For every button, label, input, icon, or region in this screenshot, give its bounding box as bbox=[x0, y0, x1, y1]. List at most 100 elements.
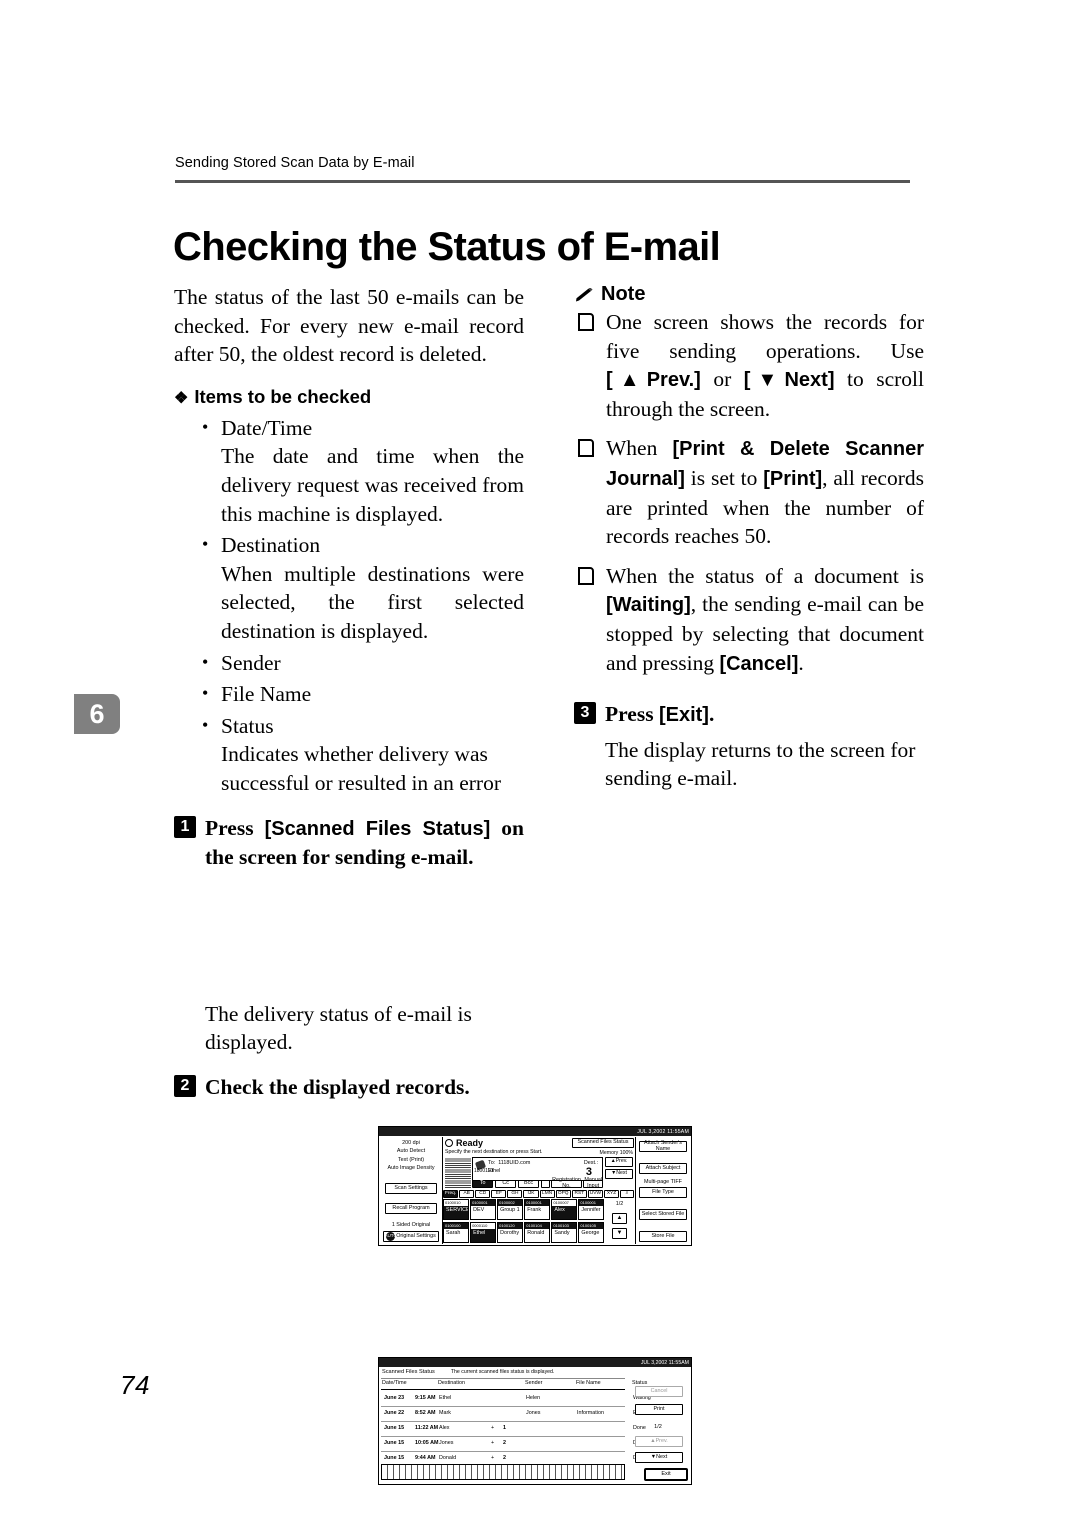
address-entry[interactable]: 0100001 Frank bbox=[524, 1199, 550, 1221]
address-entry[interactable]: 0100001 DEV bbox=[470, 1199, 496, 1221]
table-row[interactable]: June 22 8:52 AM Mark Jones Information E… bbox=[381, 1406, 645, 1422]
prev-button[interactable]: ▲Prev. bbox=[635, 1436, 683, 1447]
file-type-button[interactable]: File Type bbox=[639, 1187, 687, 1198]
item-label: Status bbox=[221, 713, 274, 738]
table-row[interactable]: June 15 10:05 AM Jones + 2 Done bbox=[381, 1436, 646, 1452]
cell-date: June 22 bbox=[384, 1410, 405, 1416]
page-indicator: 1/2 bbox=[615, 1201, 624, 1207]
address-entry[interactable]: 0100002 Group 1 bbox=[497, 1199, 523, 1221]
ui-key-cancel: [Cancel] bbox=[719, 652, 799, 675]
item-detail: Indicates whether delivery was successfu… bbox=[221, 742, 501, 795]
panel-left-sidebar: 200 dpi Auto Detect Text (Print) Auto Im… bbox=[380, 1137, 443, 1244]
ui-key-prev: [▲Prev.] bbox=[606, 369, 701, 392]
entry-code: 0100001 bbox=[579, 1200, 603, 1206]
tab-cd[interactable]: CD bbox=[475, 1190, 491, 1198]
store-file-button[interactable]: Store File bbox=[639, 1231, 687, 1242]
dest-next-button[interactable]: ▼Next bbox=[605, 1169, 633, 1179]
cell-destination: Jones bbox=[439, 1440, 454, 1446]
list-item: Date/Time The date and time when the del… bbox=[174, 413, 524, 528]
print-button[interactable]: Print bbox=[635, 1404, 683, 1415]
step-number: 1 bbox=[174, 815, 196, 838]
status-scrollbar[interactable] bbox=[381, 1464, 625, 1480]
entry-name: Ethel bbox=[473, 1229, 486, 1236]
address-entry[interactable]: 0100010 SERVICE bbox=[443, 1199, 469, 1221]
tab-rst[interactable]: RST bbox=[571, 1190, 587, 1198]
address-entry[interactable]: 0100001 Jennifer bbox=[578, 1199, 604, 1221]
intro-paragraph: The status of the last 50 e-mails can be… bbox=[174, 285, 524, 367]
address-entry[interactable]: 0100105 George bbox=[578, 1221, 604, 1243]
pencil-icon bbox=[574, 286, 594, 303]
items-heading: ❖ Items to be checked bbox=[174, 385, 372, 407]
select-stored-file-button[interactable]: Select Stored File bbox=[639, 1209, 687, 1220]
tab-gh[interactable]: GH bbox=[507, 1190, 523, 1198]
dest-prev-button[interactable]: ▲Prev. bbox=[605, 1157, 633, 1167]
address-entry[interactable]: 0100103 Sandy bbox=[551, 1221, 577, 1243]
tab-freq[interactable]: Freq. bbox=[443, 1190, 459, 1198]
cell-date: June 15 bbox=[384, 1455, 405, 1461]
step-number: 2 bbox=[174, 1074, 196, 1097]
setting-density: Auto Image Density bbox=[387, 1165, 435, 1172]
scanned-files-status-button[interactable]: Scanned Files Status bbox=[572, 1138, 634, 1148]
note-box-icon bbox=[578, 566, 594, 585]
entry-name: Frank bbox=[527, 1207, 542, 1213]
status-side-buttons: Cancel Print 1/2 ▲Prev. ▼Next bbox=[627, 1380, 689, 1476]
next-button[interactable]: ▼Next bbox=[635, 1452, 683, 1463]
tab-opq[interactable]: OPQ bbox=[555, 1190, 571, 1198]
hatch-decoration bbox=[445, 1157, 471, 1188]
address-entry[interactable]: 0100007 Alex bbox=[551, 1199, 577, 1221]
table-row[interactable]: June 15 11:22 AM Alex + 1 Done bbox=[381, 1421, 646, 1437]
tab-xyz[interactable]: XYZ bbox=[603, 1190, 620, 1198]
tab-ab[interactable]: AB bbox=[459, 1190, 475, 1198]
tab-ef[interactable]: EF bbox=[491, 1190, 507, 1198]
ui-key-next: [▼Next] bbox=[743, 369, 835, 392]
tab-uvw[interactable]: UVW bbox=[587, 1190, 603, 1198]
memory-indicator: Memory 100% bbox=[599, 1150, 633, 1156]
cc-button[interactable]: Cc bbox=[494, 1180, 517, 1188]
status-hint: The current scanned files status is disp… bbox=[450, 1369, 555, 1375]
attach-senders-name-button[interactable]: Attach Sender's Name bbox=[639, 1140, 687, 1152]
destination-area: To: 1118UID.com 1800110 Ethel Dest.: 3 ▲… bbox=[445, 1157, 634, 1189]
table-row[interactable]: June 23 9:15 AM Ethel Helen Waiting bbox=[381, 1391, 651, 1407]
note-box-icon bbox=[578, 439, 594, 458]
scroll-up-button[interactable]: ▲ bbox=[612, 1213, 627, 1224]
bcc-button[interactable]: Bcc bbox=[517, 1180, 540, 1188]
entry-code: 0100001 bbox=[471, 1200, 495, 1206]
cell-sender: Jones bbox=[526, 1410, 541, 1416]
entry-name: Dorothy bbox=[500, 1229, 520, 1236]
scroll-down-button[interactable]: ▼ bbox=[612, 1228, 627, 1239]
to-button[interactable]: To bbox=[472, 1180, 494, 1188]
entry-code: 0100103 bbox=[552, 1222, 576, 1229]
entry-code: 0100002 bbox=[498, 1200, 522, 1206]
address-entry[interactable]: 0100120 Dorothy bbox=[497, 1221, 523, 1243]
running-head: Sending Stored Scan Data by E-mail bbox=[175, 155, 415, 171]
cell-time: 11:22 AM bbox=[415, 1425, 439, 1431]
item-label: Date/Time bbox=[221, 415, 313, 440]
cell-count: 2 bbox=[503, 1455, 506, 1461]
item-label: Destination bbox=[221, 533, 321, 558]
cell-time: 8:52 AM bbox=[415, 1410, 436, 1416]
scan-settings-button[interactable]: Scan Settings bbox=[385, 1183, 437, 1194]
manual-input-button[interactable]: Manual Input bbox=[583, 1177, 604, 1189]
setting-resolution: 200 dpi bbox=[402, 1140, 420, 1146]
tab-ijk[interactable]: IJK bbox=[523, 1190, 539, 1198]
step-1: 1 Press [Scanned Files Status] on the sc… bbox=[174, 814, 524, 872]
recall-program-button[interactable]: Recall Program bbox=[385, 1203, 437, 1214]
address-entry[interactable]: 0100104 Ronald bbox=[524, 1221, 550, 1243]
status-header-rule bbox=[381, 1389, 625, 1391]
search-icon[interactable]: ⌕ bbox=[620, 1190, 635, 1198]
address-entry[interactable]: 0100100 Sarah bbox=[443, 1221, 469, 1243]
entry-code: 0100001 bbox=[525, 1200, 549, 1206]
registration-no-button[interactable]: Registration No. bbox=[551, 1177, 582, 1189]
figure-scanned-files-status: JUL 3,2002 11:55AM Scanned Files Status T… bbox=[378, 1357, 692, 1485]
entry-name: Group 1 bbox=[500, 1207, 520, 1213]
cancel-button[interactable]: Cancel bbox=[635, 1386, 683, 1397]
panel-clock: JUL 3,2002 11:55AM bbox=[637, 1128, 689, 1135]
step-text: Check the displayed records. bbox=[205, 1074, 470, 1099]
original-settings-button[interactable]: AUTO Original Settings bbox=[383, 1231, 439, 1242]
destination-name: Ethel bbox=[488, 1168, 501, 1174]
tab-lmn[interactable]: LMN bbox=[539, 1190, 555, 1198]
exit-button[interactable]: Exit bbox=[645, 1469, 687, 1480]
attach-subject-button[interactable]: Attach Subject bbox=[639, 1163, 687, 1174]
address-entry[interactable]: 0000110 Ethel bbox=[470, 1221, 496, 1243]
cell-destination: Ethel bbox=[439, 1395, 452, 1401]
